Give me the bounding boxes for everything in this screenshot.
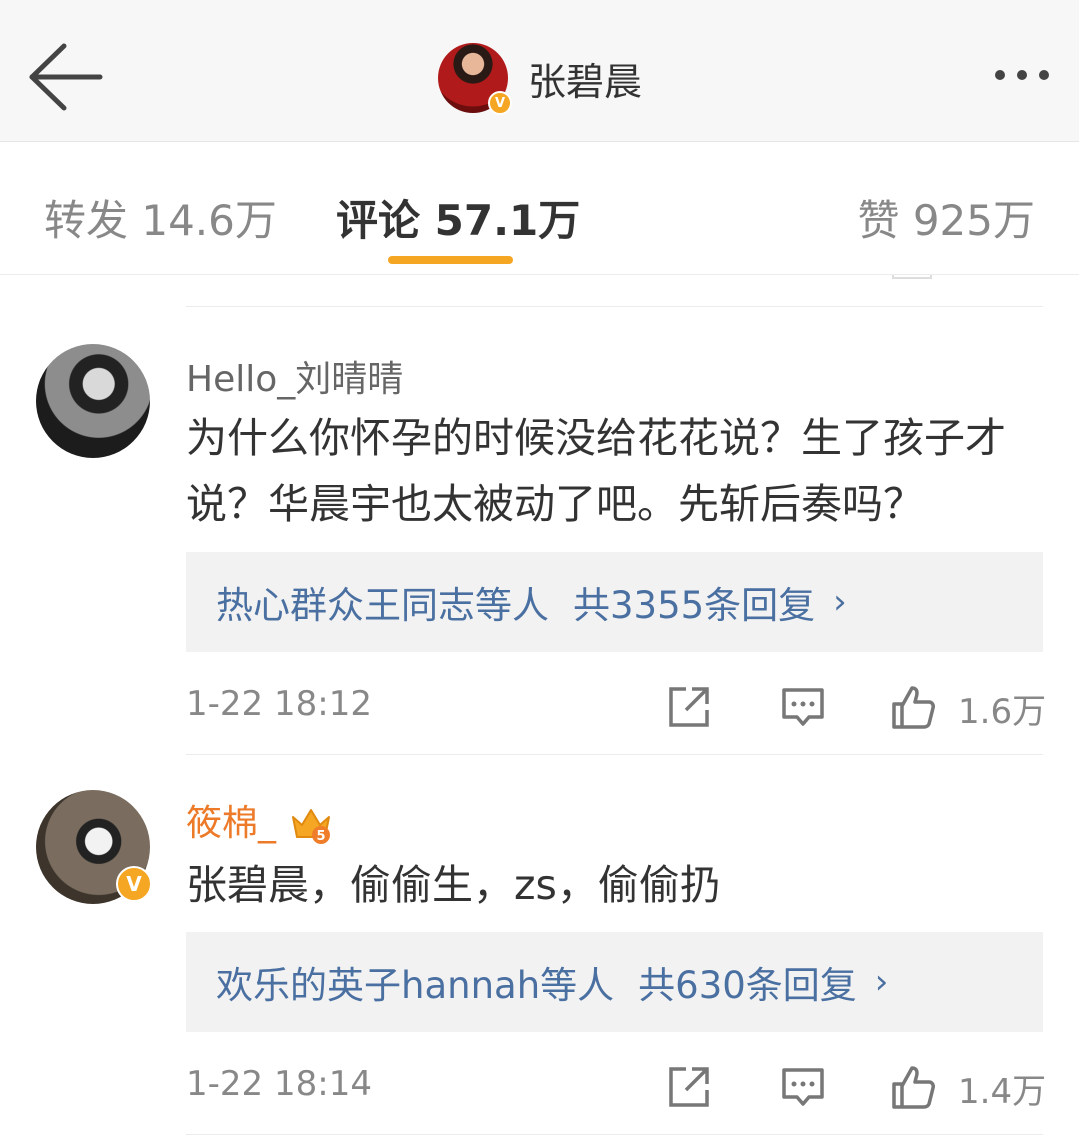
back-arrow-icon[interactable] <box>28 42 104 112</box>
comment-username[interactable]: 筱棉_ 5 <box>186 794 332 846</box>
replies-count: 共3355条回复 <box>573 584 816 627</box>
divider <box>186 1134 1043 1135</box>
avatar[interactable]: V <box>438 43 512 115</box>
previous-comment-footer <box>186 275 1043 307</box>
comment-icon[interactable] <box>780 1064 826 1110</box>
replies-preview[interactable]: 欢乐的英子hannah等人 共630条回复 › <box>186 932 1043 1032</box>
chevron-right-icon: › <box>833 582 847 622</box>
avatar[interactable] <box>36 344 150 458</box>
verified-badge-icon: V <box>488 91 512 115</box>
comment-footer: 1-22 18:12 1.6万 <box>186 676 1047 736</box>
comment-username-label: 筱棉_ <box>186 803 277 844</box>
like-count: 1.4万 <box>958 1072 1047 1112</box>
page-title: 张碧晨 <box>528 59 643 104</box>
share-icon[interactable] <box>666 1064 712 1110</box>
share-icon[interactable] <box>666 684 712 730</box>
replies-users: 欢乐的英子hannah等人 <box>216 964 615 1007</box>
like-count: 1.6万 <box>958 692 1047 732</box>
more-dots-icon[interactable] <box>995 70 1049 80</box>
comment-time: 1-22 18:14 <box>186 1064 372 1104</box>
verified-badge-icon: V <box>116 866 152 902</box>
thumbs-up-icon[interactable] <box>890 1064 936 1110</box>
divider <box>186 754 1043 755</box>
replies-count: 共630条回复 <box>638 964 857 1007</box>
replies-preview[interactable]: 热心群众王同志等人 共3355条回复 › <box>186 552 1043 652</box>
top-bar: V 张碧晨 <box>0 0 1079 142</box>
tab-bar: 转发 14.6万 评论 57.1万 赞 925万 <box>0 143 1079 275</box>
comment-text: 为什么你怀孕的时候没给花花说？生了孩子才说？华晨宇也太被动了吧。先斩后奏吗？ <box>186 414 1006 528</box>
vip-level: 5 <box>316 829 325 844</box>
active-tab-indicator <box>388 256 513 264</box>
profile-header[interactable]: V 张碧晨 <box>438 42 643 115</box>
tab-likes[interactable]: 赞 925万 <box>857 187 1035 248</box>
comment-icon[interactable] <box>780 684 826 730</box>
comment-time: 1-22 18:12 <box>186 684 372 724</box>
comment-username[interactable]: Hello_刘晴晴 <box>186 350 403 402</box>
avatar[interactable]: V <box>36 790 152 904</box>
chevron-right-icon: › <box>874 962 889 1002</box>
vip-crown-icon: 5 <box>290 805 332 845</box>
comment-footer: 1-22 18:14 1.4万 <box>186 1056 1047 1116</box>
replies-users: 热心群众王同志等人 <box>216 584 549 627</box>
thumbs-up-icon[interactable] <box>890 684 936 730</box>
tab-comments[interactable]: 评论 57.1万 <box>336 187 580 248</box>
tab-repost[interactable]: 转发 14.6万 <box>44 187 277 248</box>
comment-text: 张碧晨，偷偷生，zs，偷偷扔 <box>186 861 721 909</box>
